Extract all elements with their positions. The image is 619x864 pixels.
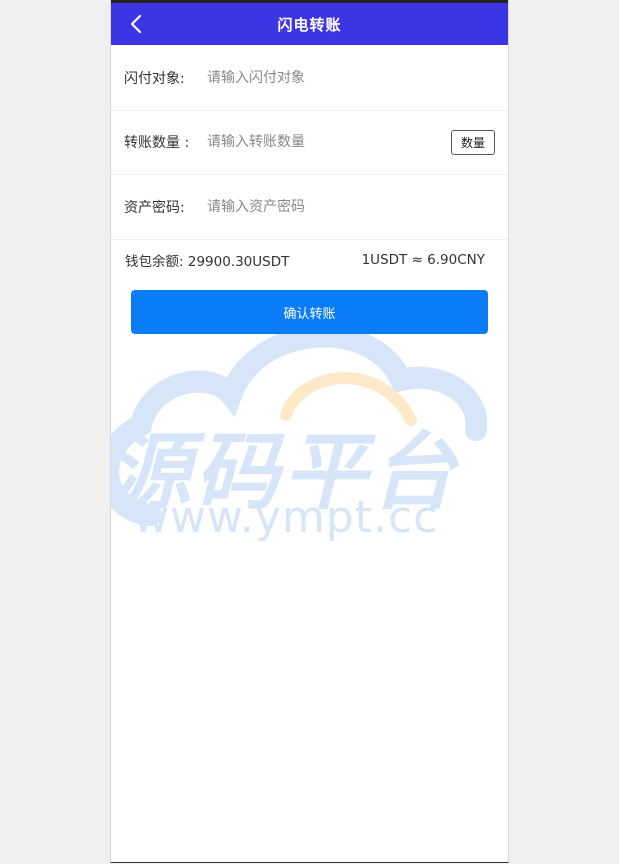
- cloud-logo-icon: [111, 325, 488, 526]
- password-label: 资产密码:: [124, 200, 185, 216]
- password-input[interactable]: [204, 199, 508, 215]
- watermark-text-cn: 源码平台: [110, 423, 460, 521]
- amount-input[interactable]: [204, 134, 451, 150]
- balance-row: 钱包余额: 29900.30USDT 1USDT ≈ 6.90CNY: [111, 240, 508, 280]
- target-input[interactable]: [204, 70, 508, 86]
- app-header: 闪电转账: [111, 3, 508, 45]
- password-row: 资产密码:: [111, 175, 508, 240]
- watermark-text-en: www.ympt.cc: [133, 492, 439, 543]
- watermark: 源码平台 www.ympt.cc: [110, 300, 508, 560]
- balance-label: 钱包余额:: [125, 254, 184, 270]
- balance-info: 钱包余额: 29900.30USDT: [125, 250, 289, 270]
- quantity-button[interactable]: 数量: [451, 129, 495, 155]
- target-row: 闪付对象:: [111, 46, 508, 111]
- back-button[interactable]: [121, 9, 151, 39]
- target-label: 闪付对象:: [124, 71, 185, 87]
- amount-label: 转账数量 :: [124, 135, 190, 151]
- page-title: 闪电转账: [277, 15, 342, 34]
- exchange-rate: 1USDT ≈ 6.90CNY: [361, 252, 485, 268]
- amount-row: 转账数量 : 数量: [111, 110, 508, 175]
- chevron-left-icon: [130, 14, 142, 34]
- balance-value: 29900.30USDT: [187, 254, 290, 270]
- confirm-transfer-button[interactable]: 确认转账: [131, 290, 488, 334]
- phone-screen: 闪电转账 源码平台 www.ympt.cc 闪付对象: 转账数量 : 数量 资产…: [110, 0, 509, 863]
